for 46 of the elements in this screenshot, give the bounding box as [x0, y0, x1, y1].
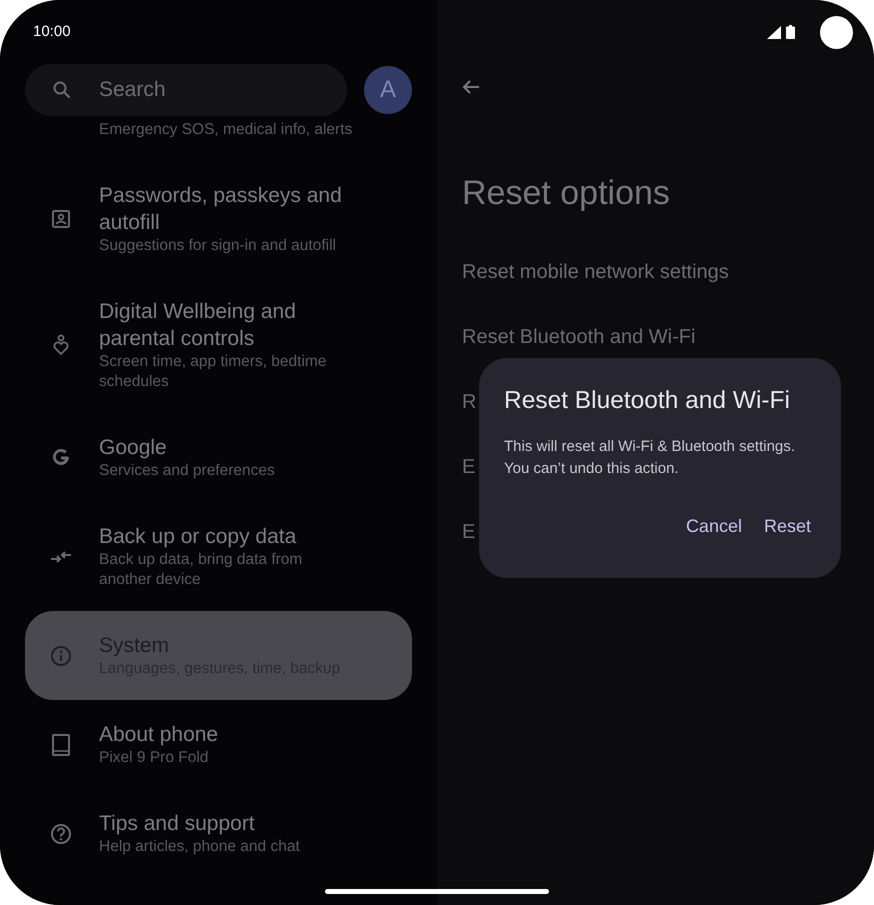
item-subtitle: Back up data, bring data from another device — [99, 550, 304, 590]
item-subtitle: Suggestions for sign-in and autofill — [99, 236, 337, 256]
camera-cutout — [820, 16, 853, 48]
dialog-message: This will reset all Wi-Fi & Bluetooth settings. You can’t undo this action. — [504, 437, 796, 479]
dialog-button[interactable]: Reset — [758, 508, 817, 545]
signal-icon — [767, 26, 781, 38]
arrows-icon — [50, 548, 72, 564]
item-subtitle: Screen time, app timers, bedtime schedules — [99, 352, 328, 392]
item-title: Tips and support — [99, 811, 256, 837]
heart-person-icon — [52, 334, 70, 356]
avatar[interactable]: A — [364, 66, 412, 114]
settings-item[interactable]: Google Services and preferences — [25, 413, 412, 502]
search-icon — [52, 80, 72, 100]
search-field[interactable]: Search — [25, 64, 347, 116]
reset-option[interactable]: Reset mobile network settings — [462, 259, 874, 285]
settings-item[interactable]: Digital Wellbeing and parental controls Screen time, app timers, bedtime schedules — [25, 277, 412, 413]
person-card-icon — [51, 209, 71, 229]
dialog-title: Reset Bluetooth and Wi-Fi — [504, 386, 791, 416]
settings-item[interactable]: Back up or copy data Back up data, bring data from another device — [25, 502, 412, 611]
reset-option[interactable]: E — [462, 454, 476, 480]
reset-option[interactable]: E — [462, 519, 476, 545]
help-icon — [50, 822, 72, 844]
settings-item[interactable]: Tips and support Help articles, phone and chat — [25, 789, 412, 878]
settings-item[interactable]: Emergency SOS, medical info, alerts — [25, 120, 412, 161]
page-title: Reset options — [462, 173, 671, 214]
item-title: Google — [99, 435, 168, 461]
item-title: Passwords, passkeys and autofill — [99, 183, 343, 236]
navigation-handle[interactable] — [325, 889, 549, 894]
tablet-icon — [51, 732, 71, 756]
item-title: Back up or copy data — [99, 524, 298, 550]
status-time: 10:00 — [33, 22, 71, 40]
item-subtitle: Emergency SOS, medical info, alerts — [99, 120, 352, 140]
item-title: About phone — [99, 722, 218, 748]
item-subtitle: Help articles, phone and chat — [99, 837, 300, 857]
settings-item[interactable]: About phone Pixel 9 Pro Fold — [25, 700, 412, 789]
back-icon[interactable] — [462, 78, 480, 94]
battery-icon — [786, 25, 795, 39]
item-title: Digital Wellbeing and parental controls — [99, 299, 297, 352]
item-subtitle: Pixel 9 Pro Fold — [99, 748, 210, 768]
settings-item[interactable]: Passwords, passkeys and autofill Suggestions for sign-in and autofill — [25, 161, 412, 277]
info-icon — [50, 644, 72, 666]
g-letter-icon — [51, 448, 71, 468]
reset-option[interactable]: Reset Bluetooth and Wi-Fi — [462, 324, 874, 350]
reset-option[interactable]: R — [462, 389, 476, 415]
item-subtitle: Services and preferences — [99, 461, 275, 481]
dialog-button[interactable]: Cancel — [680, 508, 748, 545]
